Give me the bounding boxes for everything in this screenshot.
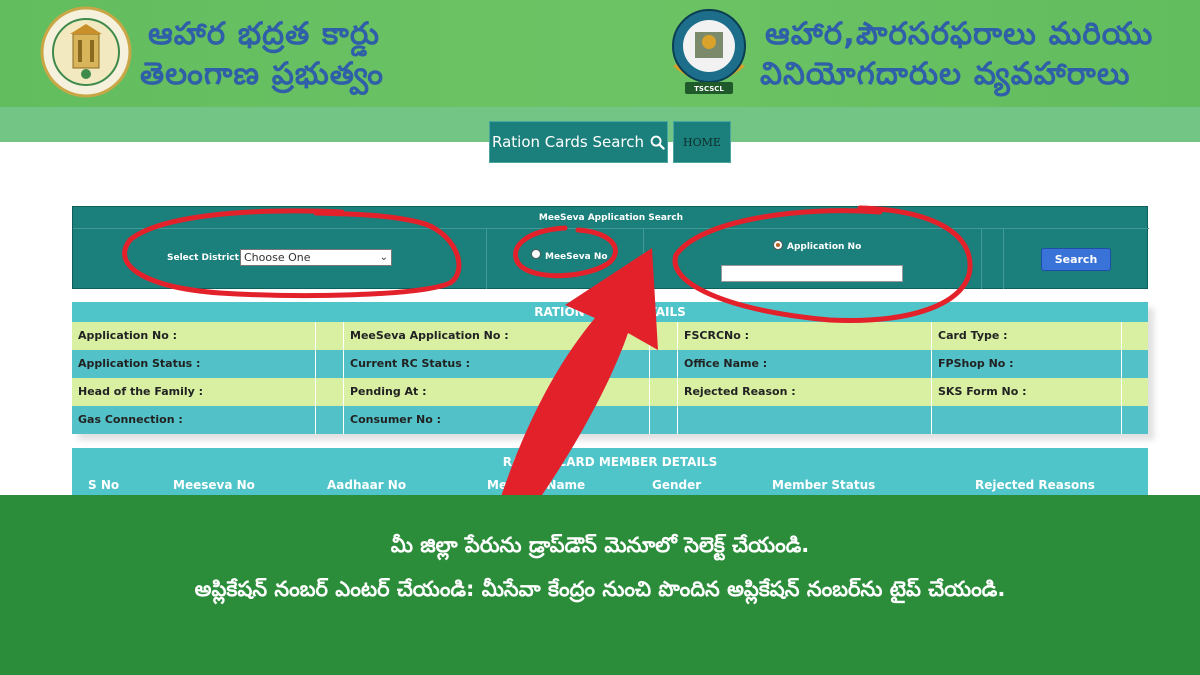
home-label: HOME [683, 135, 721, 149]
table-row: Application Status : Current RC Status :… [72, 350, 1148, 378]
table-cell [316, 406, 344, 434]
table-cell [678, 406, 932, 434]
member-details-table: RATION CARD MEMBER DETAILS S No Meeseva … [72, 448, 1148, 498]
table-row: Gas Connection : Consumer No : [72, 406, 1148, 434]
right-title-line1: ఆహార,పౌరసరఫరాలు మరియు [765, 16, 1154, 52]
district-dropdown-value: Choose One [244, 251, 311, 264]
column-header: Aadhaar No [327, 478, 407, 492]
table-cell: Office Name : [678, 350, 932, 378]
panel-divider [643, 229, 644, 289]
column-header: Gender [652, 478, 702, 492]
table-cell [650, 378, 678, 406]
column-header: S No [88, 478, 120, 492]
telangana-emblem-icon [40, 6, 132, 98]
application-no-label: Application No [787, 242, 862, 252]
ration-cards-search-button[interactable]: Ration Cards Search [489, 121, 668, 163]
page: ఆహార భద్రత కార్డు తెలంగాణ ప్రభుత్వం TSCS… [0, 0, 1200, 675]
instruction-line-2: అప్లికేషన్ నంబర్ ఎంటర్ చేయండి: మీసేవా కే… [194, 577, 1006, 601]
panel-divider [1003, 229, 1004, 289]
table-cell: SKS Form No : [932, 378, 1122, 406]
member-details-title: RATION CARD MEMBER DETAILS [502, 455, 718, 469]
application-no-input[interactable] [721, 265, 903, 282]
application-no-radio[interactable] [773, 240, 783, 250]
table-row: Application No : MeeSeva Application No … [72, 322, 1148, 350]
panel-title: MeeSeva Application Search [73, 207, 1149, 229]
table-cell [316, 322, 344, 350]
ration-details-title: RATION CARD DETAILS [72, 302, 1148, 322]
column-header: Member Status [772, 478, 876, 492]
table-cell [316, 350, 344, 378]
table-cell: FPShop No : [932, 350, 1122, 378]
home-button[interactable]: HOME [673, 121, 731, 163]
district-dropdown[interactable]: Choose One ⌄ [240, 249, 392, 266]
ration-card-details-table: RATION CARD DETAILS Application No : Mee… [72, 302, 1148, 434]
table-cell: FSCRCNo : [678, 322, 932, 350]
chevron-down-icon: ⌄ [379, 252, 388, 263]
ration-cards-search-label: Ration Cards Search [492, 133, 644, 151]
left-title-line2: తెలంగాణ ప్రభుత్వం [140, 56, 384, 92]
meeseva-no-radio[interactable] [531, 249, 541, 259]
left-title-line1: ఆహార భద్రత కార్డు [148, 16, 380, 52]
svg-text:TSCSCL: TSCSCL [694, 85, 724, 93]
column-header: Meeseva No [173, 478, 255, 492]
column-header: Member Name [487, 478, 586, 492]
meeseva-search-panel: MeeSeva Application Search Select Distri… [72, 206, 1149, 289]
table-cell [650, 322, 678, 350]
table-row: Head of the Family : Pending At : Reject… [72, 378, 1148, 406]
table-cell: Gas Connection : [72, 406, 316, 434]
instruction-line-1: మీ జిల్లా పేరును డ్రాప్‌డౌన్ మెనూలో సెలె… [390, 533, 810, 557]
table-cell [932, 406, 1122, 434]
table-cell [650, 406, 678, 434]
panel-divider [486, 229, 487, 289]
right-title-line2: వినియోగదారుల వ్యవహారాలు [760, 56, 1131, 92]
table-cell: Application Status : [72, 350, 316, 378]
table-cell: Card Type : [932, 322, 1122, 350]
search-icon [650, 135, 665, 150]
instruction-banner: మీ జిల్లా పేరును డ్రాప్‌డౌన్ మెనూలో సెలె… [0, 495, 1200, 675]
column-header: Rejected Reasons [975, 478, 1095, 492]
table-cell [316, 378, 344, 406]
table-cell: Pending At : [344, 378, 650, 406]
panel-divider [981, 229, 982, 289]
table-cell: Current RC Status : [344, 350, 650, 378]
table-cell [650, 350, 678, 378]
table-cell: MeeSeva Application No : [344, 322, 650, 350]
table-cell: Application No : [72, 322, 316, 350]
site-header: ఆహార భద్రత కార్డు తెలంగాణ ప్రభుత్వం TSCS… [0, 0, 1200, 107]
meeseva-no-label: MeeSeva No [545, 252, 608, 262]
search-button[interactable]: Search [1041, 248, 1111, 271]
tscscl-logo-icon: TSCSCL [672, 9, 746, 94]
table-cell: Head of the Family : [72, 378, 316, 406]
select-district-label: Select District : [167, 253, 246, 263]
table-cell: Consumer No : [344, 406, 650, 434]
table-cell: Rejected Reason : [678, 378, 932, 406]
